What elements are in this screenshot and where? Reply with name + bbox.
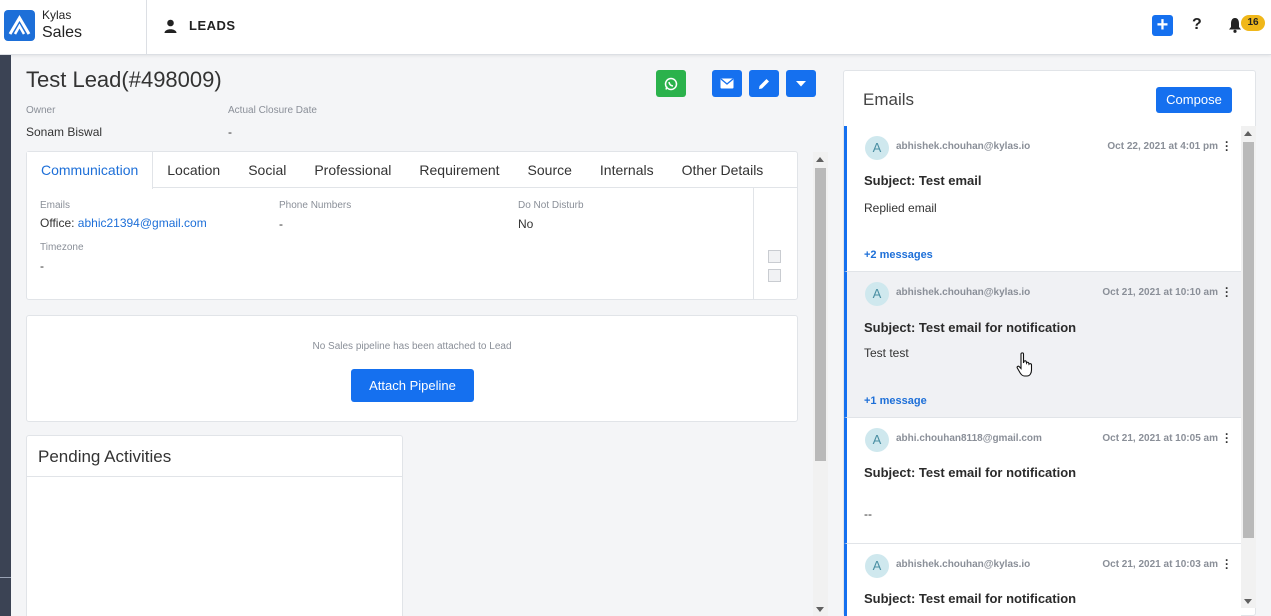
entity-label: LEADS (189, 18, 236, 33)
email-from: abhishek.chouhan@kylas.io (896, 141, 1031, 152)
kebab-menu-icon[interactable]: · · · (1225, 282, 1229, 302)
emails-label: Emails (40, 200, 71, 211)
brand-name: Kylas (42, 8, 72, 22)
dnd-label: Do Not Disturb (518, 200, 584, 211)
user-icon (164, 19, 177, 33)
email-from: abhishek.chouhan@kylas.io (896, 287, 1031, 298)
envelope-icon (720, 78, 734, 89)
tab-other-details[interactable]: Other Details (668, 152, 778, 188)
email-button[interactable] (712, 70, 742, 97)
pipeline-card: No Sales pipeline has been attached to L… (26, 315, 798, 422)
left-sidebar (0, 55, 11, 616)
email-date: Oct 21, 2021 at 10:05 am (1102, 433, 1218, 444)
tab-communication[interactable]: Communication (27, 152, 154, 189)
tab-social[interactable]: Social (234, 152, 300, 188)
help-icon[interactable]: ? (1192, 16, 1202, 34)
kebab-menu-icon[interactable]: · · · (1225, 428, 1229, 448)
tab-professional[interactable]: Professional (300, 152, 405, 188)
pending-activities-title: Pending Activities (38, 447, 172, 466)
email-date: Oct 21, 2021 at 10:03 am (1102, 559, 1218, 570)
tab-requirement[interactable]: Requirement (405, 152, 513, 188)
avatar: A (865, 554, 889, 578)
hand-cursor-icon (1016, 352, 1034, 383)
email-type: Office: (40, 216, 78, 230)
phone-value: - (279, 217, 283, 231)
email-subject: Subject: Test email (864, 173, 982, 188)
more-messages-link[interactable]: +1 message (864, 395, 927, 407)
email-thread[interactable]: A abhishek.chouhan@kylas.io Oct 21, 2021… (844, 544, 1241, 616)
email-from: abhishek.chouhan@kylas.io (896, 559, 1031, 570)
timezone-value: - (40, 259, 44, 273)
owner-label: Owner (26, 105, 56, 116)
top-navbar: Kylas Sales LEADS + ? 16 (0, 0, 1271, 55)
caret-down-icon (796, 80, 806, 86)
timezone-label: Timezone (40, 242, 84, 253)
emails-scrollbar[interactable] (1241, 126, 1256, 608)
brand[interactable]: Kylas Sales (0, 0, 147, 55)
email-date: Oct 21, 2021 at 10:10 am (1102, 287, 1218, 298)
tab-source[interactable]: Source (514, 152, 586, 188)
tab-internals[interactable]: Internals (586, 152, 668, 188)
avatar: A (865, 136, 889, 160)
main-scrollbar[interactable] (813, 152, 828, 616)
phone-label: Phone Numbers (279, 200, 352, 211)
page-title: Test Lead(#498009) (26, 67, 222, 92)
quick-add-button[interactable]: + (1152, 15, 1173, 36)
owner-value: Sonam Biswal (26, 125, 103, 139)
emails-title: Emails (863, 90, 915, 109)
closure-value: - (228, 125, 232, 139)
email-subject: Subject: Test email for notification (864, 591, 1077, 606)
kebab-menu-icon[interactable]: · · · (1225, 554, 1229, 574)
tab-location[interactable]: Location (153, 152, 234, 188)
attach-pipeline-button[interactable]: Attach Pipeline (351, 369, 474, 402)
details-tabs: Communication Location Social Profession… (27, 152, 797, 189)
email-thread[interactable]: A abhishek.chouhan@kylas.io Oct 22, 2021… (844, 126, 1241, 272)
pencil-icon (759, 78, 769, 89)
notification-badge: 16 (1241, 15, 1265, 31)
email-thread[interactable]: A abhi.chouhan8118@gmail.com Oct 21, 202… (844, 418, 1241, 544)
tab-scroll-area (753, 188, 798, 300)
more-messages-link[interactable]: +2 messages (864, 249, 933, 261)
kylas-logo-icon (4, 10, 35, 41)
avatar: A (865, 428, 889, 452)
email-from: abhi.chouhan8118@gmail.com (896, 433, 1042, 444)
more-actions-button[interactable] (786, 70, 816, 97)
pending-activities-card: Pending Activities (26, 435, 403, 616)
email-subject: Subject: Test email for notification (864, 320, 1077, 335)
closure-label: Actual Closure Date (228, 105, 317, 116)
edit-button[interactable] (749, 70, 779, 97)
whatsapp-icon (664, 77, 678, 90)
kebab-menu-icon[interactable]: · · · (1225, 136, 1229, 156)
scroll-right-icon[interactable] (768, 269, 781, 282)
emails-panel: Emails Compose A abhishek.chouhan@kylas.… (843, 70, 1256, 616)
compose-button[interactable]: Compose (1156, 87, 1232, 113)
email-link[interactable]: abhic21394@gmail.com (78, 216, 207, 230)
entity-title: LEADS (164, 18, 236, 33)
email-thread[interactable]: A abhishek.chouhan@kylas.io Oct 21, 2021… (844, 272, 1241, 418)
email-subject: Subject: Test email for notification (864, 465, 1077, 480)
bell-icon[interactable] (1228, 17, 1242, 38)
scroll-left-icon[interactable] (768, 250, 781, 263)
brand-product: Sales (42, 24, 83, 41)
pipeline-empty-message: No Sales pipeline has been attached to L… (312, 341, 512, 352)
avatar: A (865, 282, 889, 306)
email-body: -- (864, 507, 872, 521)
dnd-value: No (518, 217, 534, 231)
lead-details-card: Communication Location Social Profession… (26, 151, 798, 300)
email-body: Replied email (864, 201, 937, 215)
email-date: Oct 22, 2021 at 4:01 pm (1107, 141, 1218, 152)
email-body: Test test (864, 346, 909, 360)
emails-value: Office: abhic21394@gmail.com (40, 216, 207, 230)
email-list: A abhishek.chouhan@kylas.io Oct 22, 2021… (844, 126, 1241, 616)
whatsapp-button[interactable] (656, 70, 686, 97)
